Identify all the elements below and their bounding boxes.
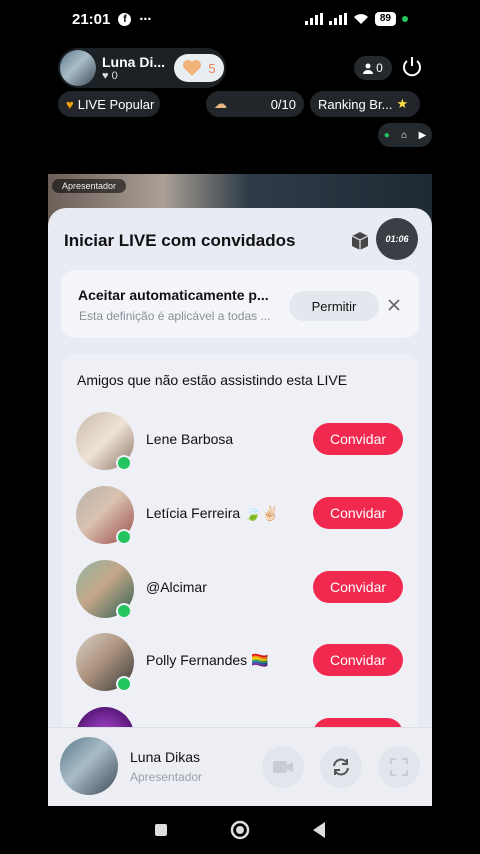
signal-icon-2 — [328, 13, 347, 25]
flip-camera-button[interactable] — [320, 746, 362, 788]
sheet-title: Iniciar LIVE com convidados — [64, 231, 296, 250]
presenter-name: Luna Dikas — [130, 749, 201, 765]
friends-title: Amigos que não estão assistindo esta LIV… — [77, 372, 348, 388]
signal-icon — [304, 13, 323, 25]
friend-name: @Alcimar — [146, 579, 207, 595]
recents-icon[interactable] — [153, 822, 169, 838]
wifi-icon — [353, 14, 368, 24]
invite-button[interactable]: Convidar — [313, 497, 403, 529]
goal-chip[interactable]: ☁ 0/10 — [206, 91, 304, 117]
list-item: @Alcimar Convidar — [61, 557, 419, 621]
online-indicator — [116, 676, 132, 692]
camera-icon — [273, 761, 293, 773]
guest-invite-sheet: Iniciar LIVE com convidados 01:06 Aceita… — [48, 208, 432, 806]
back-icon[interactable] — [311, 821, 327, 839]
online-indicator — [116, 603, 132, 619]
live-popular-chip[interactable]: ♥ LIVE Popular — [58, 91, 160, 117]
ranking-chip[interactable]: Ranking Br... ★ — [310, 91, 420, 117]
list-item: Letícia Ferreira 🍃✌🏻 Convidar — [61, 483, 419, 547]
auto-accept-title: Aceitar automaticamente p... — [78, 287, 269, 303]
camera-button[interactable] — [262, 746, 304, 788]
box-icon[interactable] — [348, 229, 372, 253]
trophy-star-icon: ★ — [396, 96, 409, 111]
status-time: 21:01 — [72, 10, 111, 28]
invite-button[interactable]: Convidar — [313, 423, 403, 455]
presenter-avatar — [60, 737, 118, 795]
allow-button[interactable]: Permitir — [289, 291, 379, 321]
dot-icon: ● — [383, 129, 390, 141]
mini-nav[interactable]: ● ⌂ ▶ — [378, 123, 432, 147]
home-button-icon[interactable] — [229, 819, 251, 841]
person-icon — [363, 63, 374, 74]
power-icon[interactable] — [400, 55, 424, 79]
follow-heart-button[interactable]: 5 — [174, 54, 224, 82]
cloud-icon: ☁ — [214, 96, 227, 111]
heart-icon — [183, 60, 202, 76]
online-indicator — [116, 455, 132, 471]
presenter-role: Apresentador — [130, 770, 203, 784]
invite-button[interactable]: Convidar — [313, 644, 403, 676]
facebook-icon: f — [118, 12, 132, 26]
status-more: ⋯ — [139, 12, 152, 26]
notification-dot — [402, 16, 408, 22]
auto-accept-desc: Esta definição é aplicável a todas ... — [79, 309, 271, 323]
list-item: Lene Barbosa Convidar — [61, 409, 419, 473]
timer: 01:06 — [376, 218, 418, 260]
invite-button[interactable]: Convidar — [313, 571, 403, 603]
expand-icon — [390, 758, 408, 776]
system-nav-bar — [0, 806, 480, 854]
host-name: Luna Di... — [102, 54, 165, 70]
heart-count: 5 — [208, 60, 216, 76]
friend-name: Polly Fernandes 🏳️‍🌈 — [146, 652, 269, 668]
fullscreen-button[interactable] — [378, 746, 420, 788]
status-bar: 21:01 f ⋯ 89 — [0, 0, 480, 38]
presenter-bar: Luna Dikas Apresentador — [48, 727, 432, 806]
host-profile[interactable]: Luna Di... ♥ 0 5 — [58, 48, 226, 88]
refresh-icon — [333, 758, 349, 776]
play-icon: ▶ — [418, 129, 427, 141]
friend-name: Letícia Ferreira 🍃✌🏻 — [146, 505, 279, 521]
battery-level: 89 — [374, 12, 396, 26]
host-avatar — [60, 50, 96, 86]
close-icon[interactable] — [386, 297, 402, 313]
viewer-count[interactable]: 0 — [354, 56, 392, 80]
friend-name: Lene Barbosa — [146, 431, 234, 447]
flame-heart-icon: ♥ — [66, 96, 74, 112]
presenter-tag: Apresentador — [52, 179, 127, 193]
auto-accept-card: Aceitar automaticamente p... Esta defini… — [61, 270, 419, 338]
host-likes: ♥ 0 — [102, 70, 118, 82]
home-icon: ⌂ — [401, 129, 408, 141]
list-item: Polly Fernandes 🏳️‍🌈 Convidar — [61, 630, 419, 694]
online-indicator — [116, 529, 132, 545]
